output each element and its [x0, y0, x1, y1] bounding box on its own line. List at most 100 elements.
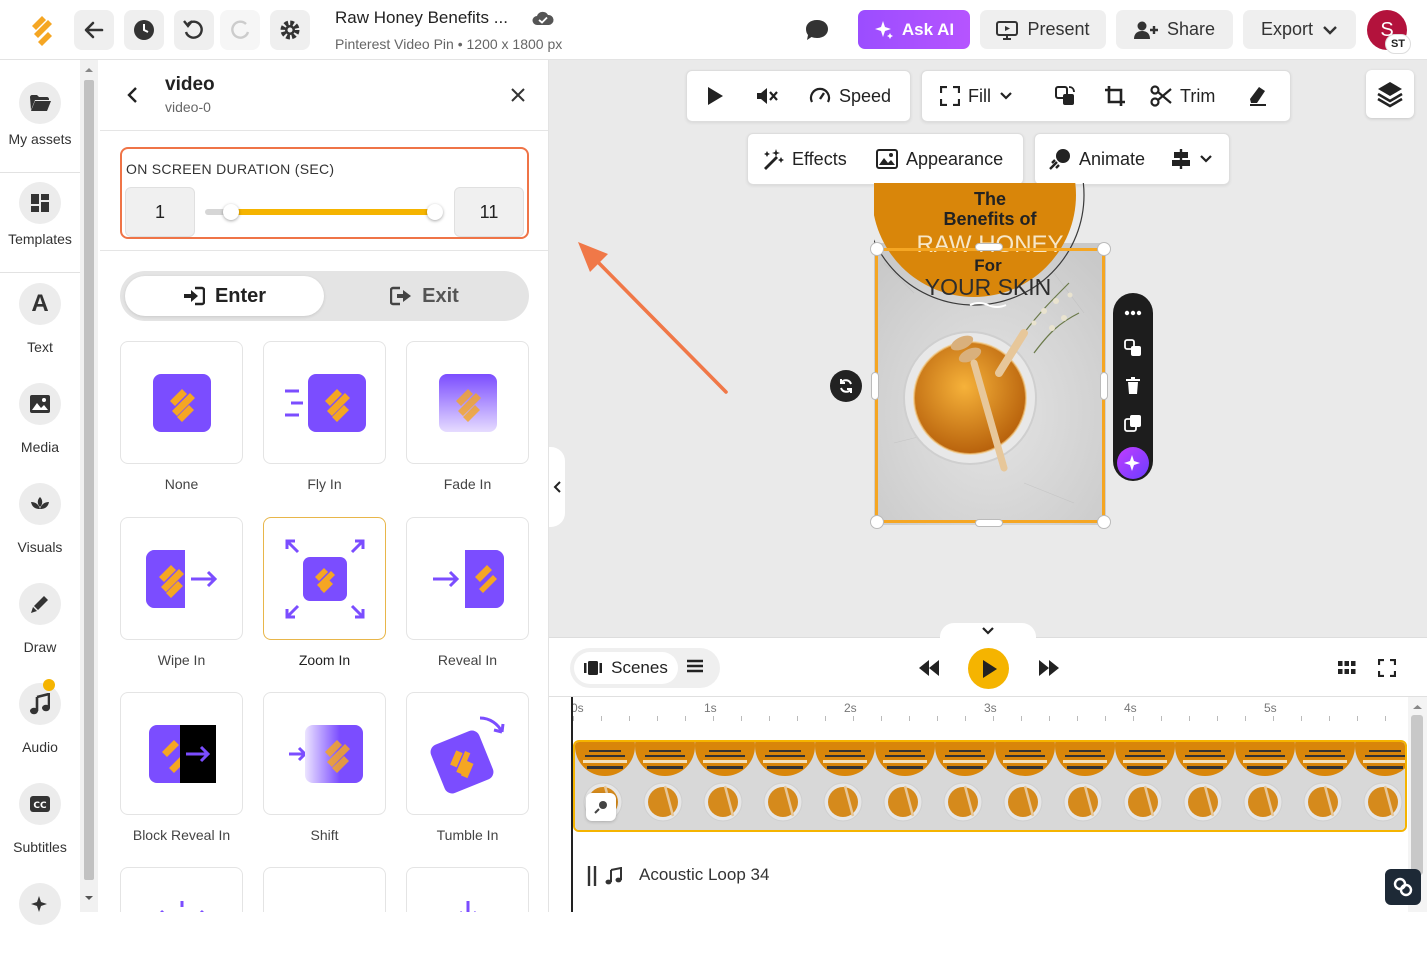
tab-enter[interactable]: Enter — [125, 276, 324, 316]
animation-shift[interactable] — [263, 692, 386, 815]
animation-fly-in[interactable] — [263, 341, 386, 464]
audio-track[interactable]: Acoustic Loop 34 — [575, 853, 1407, 899]
rewind-button[interactable] — [915, 656, 943, 680]
play-timeline-button[interactable] — [968, 648, 1009, 689]
rail-item-media[interactable]: Media — [0, 383, 80, 479]
animation-fade-in[interactable] — [406, 341, 529, 464]
animation-tumble-in[interactable] — [406, 692, 529, 815]
element-quick-actions — [1113, 293, 1153, 481]
settings-button[interactable] — [270, 10, 310, 50]
resize-handle[interactable] — [1097, 515, 1111, 529]
rail-item-subtitles[interactable]: CC Subtitles — [0, 783, 80, 879]
scenes-button[interactable]: Scenes — [574, 652, 678, 684]
fill-button[interactable]: Fill — [940, 71, 1013, 121]
animation-zoom-in[interactable] — [263, 517, 386, 640]
rail-item-my-assets[interactable]: My assets — [0, 82, 80, 178]
resize-handle[interactable] — [870, 515, 884, 529]
resize-handle[interactable] — [1100, 372, 1108, 400]
duration-max-input[interactable]: 11 — [454, 187, 524, 237]
back-button[interactable] — [74, 10, 114, 50]
slider-end-handle[interactable] — [427, 204, 443, 220]
share-button[interactable]: Share — [1116, 10, 1233, 49]
animation-block-reveal-in[interactable] — [120, 692, 243, 815]
list-icon — [687, 659, 703, 673]
fullscreen-button[interactable] — [1376, 657, 1398, 679]
collapse-timeline-button[interactable] — [940, 623, 1036, 639]
align-button[interactable] — [1171, 134, 1213, 184]
speed-button[interactable]: Speed — [809, 71, 891, 121]
undo-icon — [183, 20, 203, 39]
layers-icon — [1377, 82, 1403, 108]
collapse-panel-button[interactable] — [549, 447, 565, 527]
delete-button[interactable] — [1121, 374, 1145, 398]
redo-button[interactable] — [220, 10, 260, 50]
animation-wipe-in[interactable] — [120, 517, 243, 640]
drag-handle-icon[interactable] — [587, 865, 597, 887]
layers-button[interactable] — [1366, 70, 1414, 118]
reveal-in-icon — [432, 549, 504, 608]
ai-magic-button[interactable] — [1117, 447, 1149, 479]
eraser-button[interactable] — [1248, 71, 1268, 121]
ask-ai-button[interactable]: Ask AI — [858, 10, 970, 49]
video-track-clip[interactable] — [573, 740, 1407, 832]
chevron-down-icon — [1000, 92, 1012, 100]
animation-more-2[interactable] — [263, 867, 386, 912]
animation-more-1[interactable] — [120, 867, 243, 912]
undo-button[interactable] — [174, 10, 214, 50]
animation-none[interactable] — [120, 341, 243, 464]
duration-min-input[interactable]: 1 — [125, 187, 195, 237]
appearance-button[interactable]: Appearance — [876, 134, 1003, 184]
fullscreen-icon — [1378, 659, 1396, 677]
rail-item-audio[interactable]: Audio — [0, 679, 80, 779]
slider-start-handle[interactable] — [223, 204, 239, 220]
tab-exit[interactable]: Exit — [325, 276, 524, 316]
crop-button[interactable] — [1104, 71, 1126, 121]
resize-handle[interactable] — [975, 243, 1003, 251]
rail-item-visuals[interactable]: Visuals — [0, 483, 80, 579]
panel-back-button[interactable] — [126, 86, 140, 104]
resize-handle[interactable] — [975, 519, 1003, 527]
duration-slider[interactable] — [205, 204, 443, 220]
animate-button[interactable]: Animate — [1049, 134, 1145, 184]
list-view-button[interactable] — [686, 658, 704, 674]
mute-button[interactable] — [755, 71, 779, 121]
rail-label: Draw — [23, 639, 57, 655]
duplicate-button[interactable] — [1121, 411, 1145, 435]
grid-view-button[interactable] — [1336, 658, 1358, 678]
trim-button[interactable]: Trim — [1150, 71, 1215, 121]
panel-close-button[interactable] — [510, 87, 526, 103]
animation-more-3[interactable] — [406, 867, 529, 912]
panel-title: video — [165, 74, 215, 95]
play-video-button[interactable] — [705, 71, 725, 121]
sign-out-icon — [390, 286, 412, 306]
help-widget-button[interactable] — [1385, 869, 1421, 905]
clip-thumbnail — [875, 742, 935, 830]
resize-handle[interactable] — [870, 242, 884, 256]
fast-forward-button[interactable] — [1035, 656, 1063, 680]
history-button[interactable] — [124, 10, 164, 50]
resize-handle[interactable] — [871, 372, 879, 400]
rotate-button[interactable] — [830, 370, 862, 402]
replace-button[interactable] — [1121, 336, 1145, 360]
avatar[interactable]: S ST — [1367, 10, 1411, 54]
rail-item-more[interactable] — [0, 883, 80, 979]
clip-animate-button[interactable] — [586, 793, 616, 821]
more-options-button[interactable] — [1121, 301, 1145, 325]
ruler-tick — [1105, 716, 1106, 721]
present-button[interactable]: Present — [980, 10, 1106, 49]
export-button[interactable]: Export — [1243, 10, 1356, 49]
app-logo-icon[interactable] — [26, 14, 58, 46]
replace-button[interactable] — [1054, 71, 1076, 121]
scissors-icon — [1150, 85, 1172, 107]
resize-handle[interactable] — [1097, 242, 1111, 256]
rail-item-templates[interactable]: Templates — [0, 182, 80, 278]
document-title[interactable]: Raw Honey Benefits ... — [335, 8, 508, 28]
animation-reveal-in[interactable] — [406, 517, 529, 640]
comment-icon[interactable] — [804, 18, 830, 42]
rail-item-draw[interactable]: Draw — [0, 583, 80, 679]
rail-item-text[interactable]: A Text — [0, 283, 80, 379]
playhead[interactable] — [571, 697, 573, 912]
effects-button[interactable]: Effects — [762, 134, 847, 184]
trim-label: Trim — [1180, 85, 1216, 106]
rail-scrollbar[interactable] — [80, 60, 98, 912]
